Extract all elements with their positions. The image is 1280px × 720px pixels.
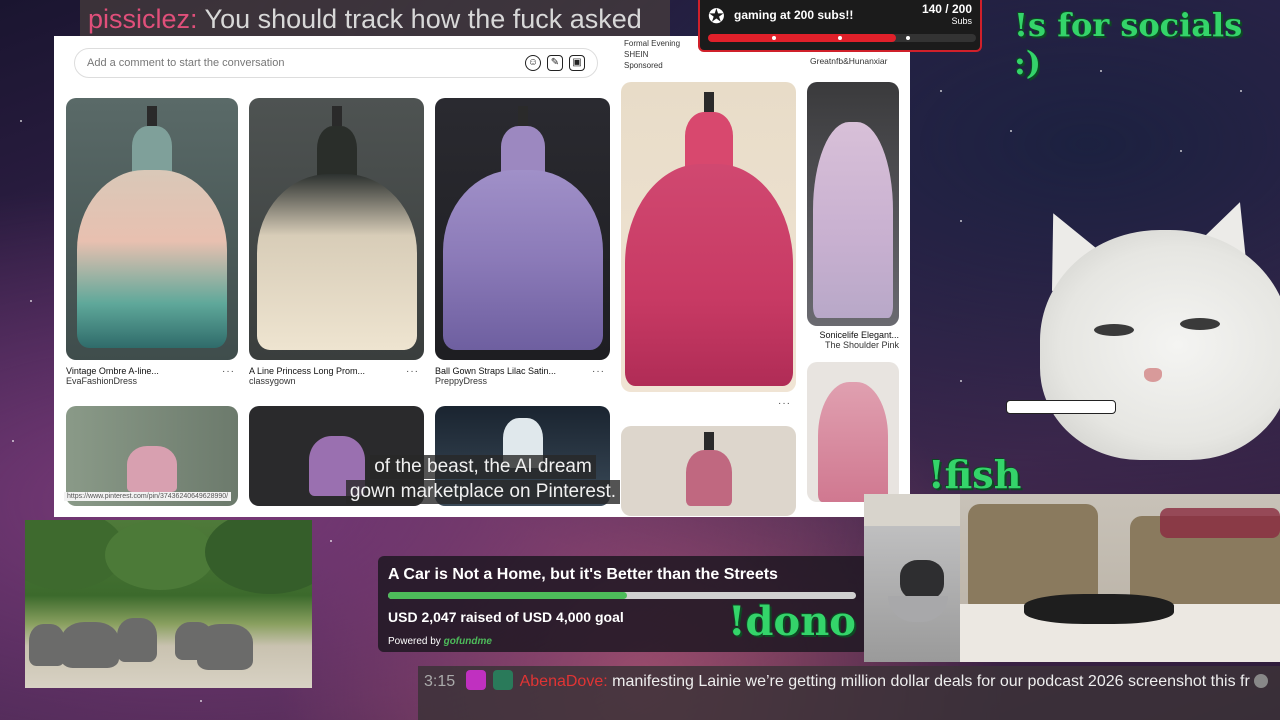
- sub-goal-widget: ✪ gaming at 200 subs!! 140 / 200 Subs: [698, 0, 982, 52]
- cat-avatar-icon: [493, 670, 514, 690]
- sub-goal-progress: [708, 34, 976, 42]
- heart-badge-icon: [465, 670, 486, 690]
- more-options-icon[interactable]: ···: [592, 366, 605, 377]
- chat-message-top: pissiclez: You should track how the fuck…: [80, 0, 670, 40]
- pin-image[interactable]: [807, 82, 899, 326]
- sponsored-label: Sponsored: [624, 61, 663, 70]
- donation-title: A Car is Not a Home, but it's Better tha…: [388, 566, 778, 583]
- sponsored-pin-meta[interactable]: Formal Evening SHEIN Sponsored: [624, 38, 680, 71]
- emote-icon: [1254, 674, 1269, 688]
- pin-source[interactable]: EvaFashionDress: [66, 376, 238, 386]
- chat-timestamp: 3:15: [424, 673, 456, 690]
- chat-text: manifesting Lainie we’re getting million…: [607, 673, 1250, 690]
- sticker-icon[interactable]: ✎: [547, 55, 563, 71]
- sub-goal-unit: Subs: [951, 16, 972, 26]
- browser-window: Add a comment to start the conversation …: [54, 36, 910, 517]
- pin-title[interactable]: Sonicelife Elegant...: [807, 330, 899, 340]
- pin-image[interactable]: [621, 426, 796, 516]
- socials-command: !s for socials :): [1014, 6, 1243, 82]
- chat-text: You should track how the fuck asked: [197, 4, 642, 34]
- pin-source[interactable]: The Shoulder Pink: [807, 340, 899, 350]
- status-url: https://www.pinterest.com/pin/3743624064…: [64, 492, 232, 501]
- more-options-icon[interactable]: ···: [406, 366, 419, 377]
- elephant-video: [25, 520, 312, 688]
- sub-goal-value: 140 / 200: [921, 2, 972, 16]
- pin-image[interactable]: [66, 98, 238, 360]
- captions: of the beast, the AI dream gown marketpl…: [328, 455, 638, 505]
- gofundme-logo: gofundme: [443, 636, 492, 647]
- sub-goal-count: 140 / 200 Subs: [922, 2, 972, 26]
- donation-raised: USD 2,047 raised of USD 4,000 goal: [388, 609, 624, 625]
- sub-goal-fill: [708, 34, 896, 42]
- star-icon: ✪: [708, 6, 725, 28]
- powered-by-label: Powered by: [388, 636, 441, 647]
- pin-image[interactable]: [249, 98, 424, 360]
- sponsored-title: Formal Evening: [624, 39, 681, 48]
- comment-placeholder: Add a comment to start the conversation: [87, 57, 285, 69]
- pin-image[interactable]: [621, 82, 796, 392]
- more-options-icon[interactable]: ···: [222, 366, 235, 377]
- chat-username: pissiclez:: [88, 4, 198, 34]
- pin-image[interactable]: [435, 98, 610, 360]
- pin-title[interactable]: Ball Gown Straps Lilac Satin...: [435, 366, 610, 376]
- pin-title[interactable]: Vintage Ombre A-line...: [66, 366, 238, 376]
- cigarette-hand-icon: [1006, 400, 1116, 414]
- more-options-icon[interactable]: ···: [778, 398, 791, 409]
- chat-message-bottom: 3:15 AbenaDove: manifesting Lainie we’re…: [418, 666, 1280, 720]
- donation-fill: [388, 592, 627, 599]
- pin-image[interactable]: [807, 362, 899, 502]
- comment-input[interactable]: Add a comment to start the conversation …: [74, 48, 598, 78]
- caption-line: of the beast, the AI dream: [370, 455, 596, 479]
- caption-line: gown marketplace on Pinterest.: [345, 480, 621, 504]
- cat-overlay: [1004, 190, 1280, 462]
- pin-source[interactable]: classygown: [249, 376, 424, 386]
- pin-image[interactable]: [66, 406, 238, 506]
- sponsored-brand: SHEIN: [624, 50, 649, 59]
- sub-goal-title: gaming at 200 subs!!: [734, 8, 854, 22]
- emoji-icon[interactable]: ☺: [525, 55, 541, 71]
- dono-command: !dono: [728, 598, 856, 645]
- pin-title[interactable]: A Line Princess Long Prom...: [249, 366, 424, 376]
- pin-source[interactable]: PreppyDress: [435, 376, 610, 386]
- image-icon[interactable]: ▣: [569, 55, 585, 71]
- chat-username: AbenaDove:: [519, 673, 608, 690]
- powered-by: Powered by gofundme: [388, 636, 492, 647]
- room-webcam: [864, 494, 1280, 662]
- pin-source-right[interactable]: Greatnfb&Hunanxiar: [810, 56, 888, 66]
